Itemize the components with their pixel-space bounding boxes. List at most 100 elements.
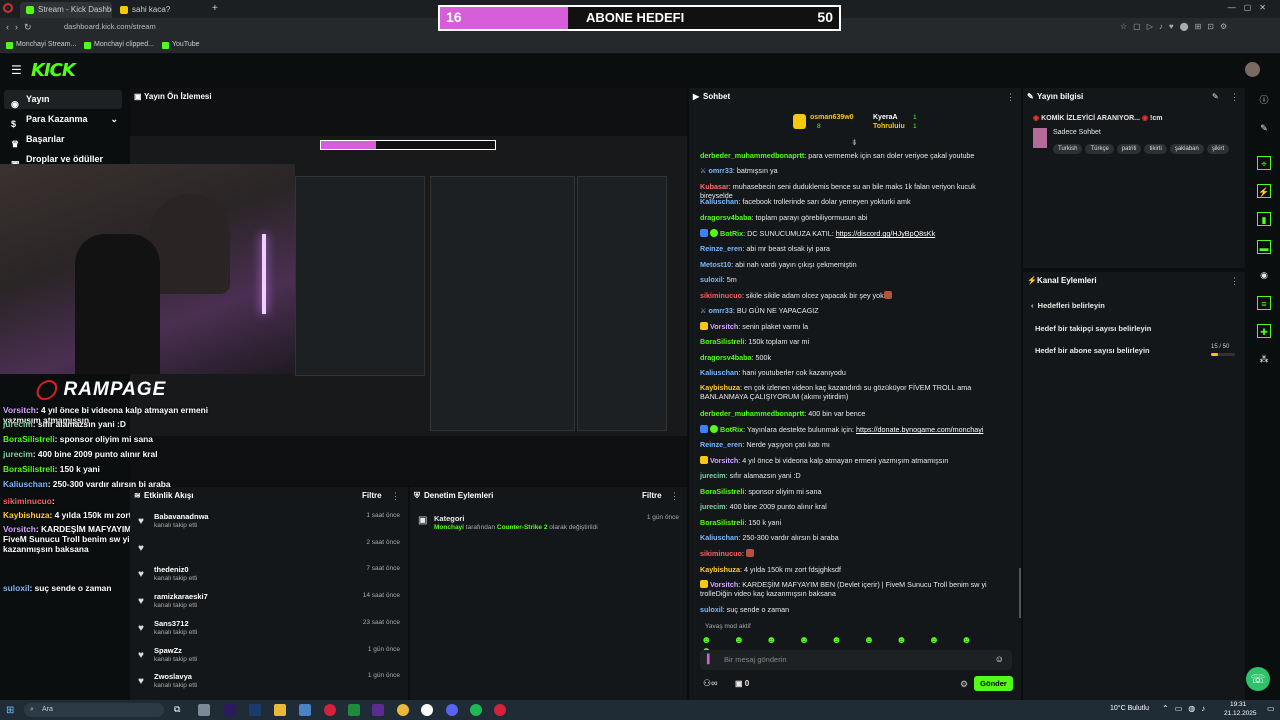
more-options-icon[interactable]: ⋮ bbox=[1006, 92, 1015, 103]
stream-tag[interactable]: şaklaban bbox=[1169, 144, 1204, 154]
stream-tag[interactable]: Turkish bbox=[1053, 144, 1083, 154]
chat-username[interactable]: jurecim bbox=[700, 502, 726, 511]
chrome-icon[interactable] bbox=[397, 704, 409, 716]
chat-username[interactable]: Metost10 bbox=[700, 260, 731, 269]
pin-icon[interactable]: ⇟ bbox=[851, 138, 858, 147]
chat-username[interactable]: omrr33 bbox=[708, 306, 732, 315]
app-icon[interactable] bbox=[249, 704, 261, 716]
settings-icon[interactable]: ⚙ bbox=[960, 679, 968, 690]
stream-tag[interactable]: patriti bbox=[1116, 144, 1142, 154]
chat-username[interactable]: jurecim bbox=[700, 471, 726, 480]
chat-username[interactable]: Vorsitch bbox=[710, 580, 738, 589]
browser-tab-active[interactable]: Stream - Kick Dashboard bbox=[20, 2, 112, 18]
edit-icon[interactable]: ✎ bbox=[1212, 92, 1219, 101]
bookmark-item[interactable]: Monchayi clipped... bbox=[84, 41, 154, 49]
chat-username[interactable]: Vorsitch bbox=[710, 322, 738, 331]
chat-username[interactable]: sikiminucuo bbox=[700, 291, 742, 300]
more-options-icon[interactable]: ⋮ bbox=[670, 491, 679, 502]
sidebar-item-para-kazanma[interactable]: $ Para Kazanma ⌄ bbox=[4, 110, 122, 129]
chat-username[interactable]: Kaliuschan bbox=[700, 197, 738, 206]
send-button[interactable]: Gönder bbox=[974, 676, 1013, 691]
chat-username[interactable]: Reinze_eren bbox=[700, 440, 742, 449]
lightning-icon[interactable]: ⚡ bbox=[1257, 184, 1271, 198]
chat-username[interactable]: omrr33 bbox=[708, 166, 732, 175]
chat-bubble-icon[interactable]: ▬ bbox=[1257, 240, 1271, 254]
chat-username[interactable]: Kaybishuza bbox=[700, 383, 740, 392]
app-icon[interactable] bbox=[198, 704, 210, 716]
weather[interactable]: 10°C Bulutlu bbox=[1110, 705, 1149, 712]
chat-link[interactable]: https://discord.gg/HJyBpQ8sKk bbox=[836, 229, 935, 238]
chat-username[interactable]: dragorsv4baba bbox=[700, 213, 752, 222]
chat-username[interactable]: Vorsitch bbox=[710, 456, 738, 465]
more-options-icon[interactable]: ⋮ bbox=[1230, 276, 1239, 287]
activity-item[interactable]: ♥ Sans3712 kanalı takip etti 23 saat önce bbox=[138, 618, 404, 644]
chat-username[interactable]: sikiminucuo bbox=[700, 549, 742, 558]
chat-input[interactable]: ▍ Bir mesaj gönderin ☺ bbox=[700, 650, 1012, 670]
opera-icon[interactable] bbox=[494, 704, 506, 716]
info-icon[interactable]: ⓘ bbox=[1257, 93, 1271, 107]
folder-icon[interactable] bbox=[274, 704, 286, 716]
app-icon[interactable] bbox=[324, 704, 336, 716]
stream-tag[interactable]: şikirt bbox=[1206, 144, 1230, 154]
chat-username[interactable]: BotRix bbox=[720, 425, 743, 434]
browser-menu-icon[interactable] bbox=[3, 3, 13, 13]
assistant-button[interactable]: ☏ bbox=[1246, 667, 1270, 691]
app-icon[interactable] bbox=[446, 704, 458, 716]
chat-username[interactable]: suloxil bbox=[700, 275, 723, 284]
app-icon[interactable] bbox=[348, 704, 360, 716]
bookmark-item[interactable]: YouTube bbox=[162, 41, 200, 49]
chat-username[interactable]: Kaliuschan bbox=[700, 368, 738, 377]
more-options-icon[interactable]: ⋮ bbox=[1230, 92, 1239, 103]
app-icon[interactable] bbox=[421, 704, 433, 716]
chat-username[interactable]: BoraSilistreli bbox=[700, 337, 744, 346]
activity-item[interactable]: ♥ ramizkaraeski7 kanalı takip etti 14 saat … bbox=[138, 591, 404, 617]
clip-icon[interactable]: ▮ bbox=[1257, 212, 1271, 226]
chat-username[interactable]: Reinze_eren bbox=[700, 244, 742, 253]
follower-goal-item[interactable]: Hedef bir takipçi sayısı belirleyin bbox=[1035, 324, 1151, 333]
browser-tab[interactable]: sahi kaca? bbox=[114, 2, 206, 18]
broadcast-icon[interactable]: ◉ bbox=[1257, 268, 1271, 282]
menu-icon[interactable]: ☰ bbox=[11, 63, 22, 77]
stream-tag[interactable]: tikirti bbox=[1144, 144, 1167, 154]
chat-link[interactable]: https://donate.bynogame.com/monchayi bbox=[856, 425, 983, 434]
subscriber-goal-item[interactable]: Hedef bir abone sayısı belirleyin bbox=[1035, 346, 1150, 355]
taskview-icon[interactable]: ⧉ bbox=[174, 704, 186, 716]
browser-extensions-icons[interactable]: ☆▢▷♪♥⬤⊞⊡⚙ bbox=[1120, 22, 1233, 31]
notification-icon[interactable]: ▭ bbox=[1267, 704, 1275, 713]
kick-logo[interactable]: KICK bbox=[31, 60, 76, 81]
chat-username[interactable]: Kaybishuza bbox=[700, 565, 740, 574]
stream-tag[interactable]: Türkçe bbox=[1085, 144, 1114, 154]
mic-icon[interactable]: ▍ bbox=[707, 654, 714, 665]
app-icon[interactable] bbox=[372, 704, 384, 716]
filter-button[interactable]: Filtre bbox=[642, 491, 662, 500]
activity-item[interactable]: ♥ Zwoslavya kanalı takip etti 1 gün önce bbox=[138, 671, 404, 697]
mod-tool-icon[interactable]: ⌖ bbox=[1257, 156, 1271, 170]
spotify-icon[interactable] bbox=[470, 704, 482, 716]
chat-username[interactable]: Kubasar bbox=[700, 182, 729, 191]
nav-buttons[interactable]: ‹›↻ bbox=[6, 22, 38, 33]
activity-item[interactable]: ♥ SpawZz kanalı takip etti 1 gün önce bbox=[138, 645, 404, 671]
chat-username[interactable]: dragorsv4baba bbox=[700, 353, 752, 362]
app-icon[interactable] bbox=[299, 704, 311, 716]
chat-username[interactable]: BoraSilistreli bbox=[700, 487, 744, 496]
windows-start-icon[interactable]: ⊞ bbox=[6, 705, 14, 716]
app-icon[interactable] bbox=[224, 704, 236, 716]
chat-username[interactable]: derbeder_muhammedbonaprtt bbox=[700, 151, 804, 160]
filter-button[interactable]: Filtre bbox=[362, 491, 382, 500]
window-controls[interactable]: —▢✕ bbox=[1228, 3, 1274, 12]
wrench-icon[interactable]: ✚ bbox=[1257, 324, 1271, 338]
chat-username[interactable]: BoraSilistreli bbox=[700, 518, 744, 527]
taskbar-search[interactable]: ⌕ Ara bbox=[24, 703, 164, 717]
chat-scrollbar[interactable] bbox=[1019, 568, 1021, 618]
more-options-icon[interactable]: ⋮ bbox=[391, 491, 400, 502]
chat-username[interactable]: BotRix bbox=[720, 229, 743, 238]
system-tray-icons[interactable]: ⌃▭◍♪ bbox=[1162, 704, 1211, 713]
activity-item[interactable]: ♥ 2 saat önce bbox=[138, 538, 404, 564]
chat-username[interactable]: Kaliuschan bbox=[700, 533, 738, 542]
bookmark-item[interactable]: Monchayi Stream... bbox=[6, 41, 76, 49]
emoji-icon[interactable]: ☺ bbox=[995, 654, 1004, 664]
new-tab-icon[interactable]: + bbox=[212, 3, 218, 14]
activity-item[interactable]: ♥ Babavanadnwa kanalı takip etti 1 saat önc… bbox=[138, 511, 404, 537]
pen-icon[interactable]: ✎ bbox=[1257, 121, 1271, 135]
server-icon[interactable]: ≡ bbox=[1257, 296, 1271, 310]
